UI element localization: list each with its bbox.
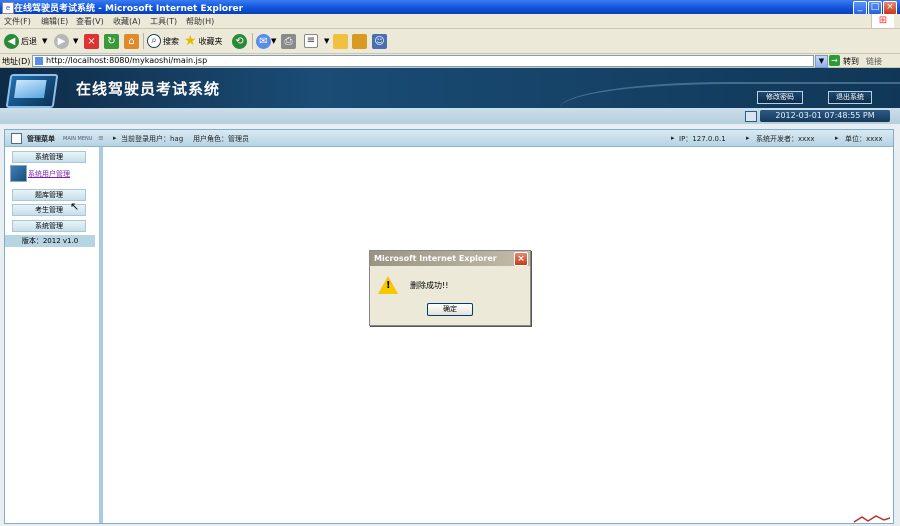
- history-button[interactable]: ⟲: [232, 32, 247, 50]
- user-management-icon: [10, 165, 27, 182]
- search-icon: ⌕: [147, 34, 161, 48]
- bullet-icon: ▸: [746, 134, 750, 142]
- menu-view[interactable]: 查看(V): [76, 16, 104, 27]
- refresh-button[interactable]: ↻: [104, 32, 119, 50]
- bullet-icon: ▸: [835, 134, 839, 142]
- mail-dropdown-icon[interactable]: ▼: [271, 37, 276, 45]
- printer-icon: ⎙: [281, 33, 296, 49]
- back-dropdown-icon[interactable]: ▼: [42, 37, 47, 45]
- forward-button[interactable]: ▶ ▼: [54, 32, 78, 50]
- stop-icon: ×: [84, 33, 99, 49]
- favorites-button[interactable]: ★ 收藏夹: [184, 32, 223, 50]
- go-button[interactable]: 转到: [843, 56, 859, 67]
- unit: 单位：xxxx: [845, 135, 883, 143]
- alert-dialog: Microsoft Internet Explorer × ! 删除成功!! 确…: [369, 250, 531, 326]
- address-label: 地址(D): [2, 57, 31, 66]
- favorites-star-icon: ★: [184, 33, 197, 49]
- corner-decoration-icon: [853, 515, 891, 523]
- warning-icon: !: [378, 276, 398, 294]
- menu-title: 管理菜单: [27, 135, 55, 143]
- window-title: 在线驾驶员考试系统 - Microsoft Internet Explorer: [14, 4, 244, 14]
- current-user: 当前登录用户：hag: [121, 135, 184, 143]
- address-dropdown-icon[interactable]: ▼: [815, 55, 828, 68]
- back-arrow-icon: ◀: [4, 33, 19, 49]
- mouse-cursor-icon: ↖: [70, 200, 80, 213]
- clock-icon: [745, 111, 757, 122]
- dialog-ok-button[interactable]: 确定: [427, 303, 473, 316]
- home-button[interactable]: ⌂: [124, 32, 139, 50]
- back-button[interactable]: ◀ 后退 ▼: [4, 32, 47, 50]
- main-panel: 管理菜单 MAIN MENU ≡ ▸ 当前登录用户：hag 用户角色：管理员 ▸…: [4, 129, 894, 524]
- edit-document-icon: ≡: [304, 34, 318, 48]
- edit-button[interactable]: ≡ ▼: [304, 32, 329, 50]
- panel-header: 管理菜单 MAIN MENU ≡ ▸ 当前登录用户：hag 用户角色：管理员 ▸…: [5, 130, 893, 147]
- logout-button[interactable]: 退出系统: [828, 91, 872, 104]
- panel-divider-icon: ≡: [98, 134, 104, 142]
- go-arrow-icon[interactable]: →: [829, 55, 840, 66]
- forward-dropdown-icon[interactable]: ▼: [73, 37, 78, 45]
- menu-list-icon: [11, 133, 22, 144]
- edit-dropdown-icon[interactable]: ▼: [324, 37, 329, 45]
- menu-tools[interactable]: 工具(T): [150, 16, 177, 27]
- messenger-button[interactable]: ☺: [372, 32, 387, 50]
- windows-logo-icon: ⊞: [871, 14, 894, 28]
- folder-icon: [333, 33, 348, 49]
- window-title-bar[interactable]: e 在线驾驶员考试系统 - Microsoft Internet Explore…: [0, 0, 900, 15]
- ip-address: IP：127.0.0.1: [679, 135, 726, 143]
- menu-favorites[interactable]: 收藏(A): [113, 16, 141, 27]
- print-button[interactable]: ⎙: [281, 32, 296, 50]
- mail-button[interactable]: ✉ ▼: [256, 32, 276, 50]
- dialog-close-button[interactable]: ×: [514, 252, 528, 266]
- minimize-button[interactable]: _: [853, 1, 867, 15]
- close-window-button[interactable]: ×: [883, 1, 897, 15]
- user-role: 用户角色：管理员: [193, 135, 249, 143]
- research-book-icon: [352, 33, 367, 49]
- stop-button[interactable]: ×: [84, 32, 99, 50]
- bullet-icon: ▸: [671, 134, 675, 142]
- search-button[interactable]: ⌕ 搜索: [147, 32, 179, 50]
- dialog-message: 删除成功!!: [410, 281, 449, 290]
- current-datetime: 2012-03-01 07:48:55 PM: [760, 110, 890, 122]
- sidebar-item-system-management-2[interactable]: 系统管理: [12, 220, 86, 232]
- site-banner: 在线驾驶员考试系统 修改密码 退出系统: [0, 68, 900, 108]
- status-band: 2012-03-01 07:48:55 PM: [0, 108, 900, 124]
- address-bar: 地址(D) http://localhost:8080/mykaoshi/mai…: [0, 54, 900, 68]
- bullet-icon: ▸: [113, 134, 117, 142]
- sidebar-link-system-users[interactable]: 系统用户管理: [28, 169, 70, 179]
- ie-page-icon: e: [2, 2, 14, 14]
- change-password-button[interactable]: 修改密码: [757, 91, 803, 104]
- menu-file[interactable]: 文件(F): [4, 16, 31, 27]
- menu-edit[interactable]: 编辑(E): [41, 16, 68, 27]
- dialog-title: Microsoft Internet Explorer: [374, 254, 497, 263]
- maximize-button[interactable]: □: [868, 1, 882, 15]
- links-button[interactable]: 链接: [866, 56, 882, 67]
- history-icon: ⟲: [232, 33, 247, 49]
- site-title: 在线驾驶员考试系统: [76, 80, 221, 98]
- messenger-icon: ☺: [372, 33, 387, 49]
- developer: 系统开发者：xxxx: [756, 135, 815, 143]
- home-icon: ⌂: [124, 33, 139, 49]
- toolbar: ◀ 后退 ▼ ▶ ▼ × ↻ ⌂ ⌕ 搜索 ★ 收藏夹 ⟲ ✉ ▼ ⎙ ≡ ▼: [0, 29, 900, 54]
- menu-bar: 文件(F) 编辑(E) 查看(V) 收藏(A) 工具(T) 帮助(H): [0, 14, 900, 29]
- sidebar-menu: 系统管理 系统用户管理 题库管理 考生管理 系统管理 版本：2012 v1.0: [5, 147, 103, 523]
- menu-title-en: MAIN MENU: [63, 136, 93, 142]
- research-button[interactable]: [352, 32, 367, 50]
- address-url: http://localhost:8080/mykaoshi/main.jsp: [46, 56, 208, 65]
- page-icon: [35, 57, 43, 65]
- address-input[interactable]: http://localhost:8080/mykaoshi/main.jsp: [32, 55, 814, 67]
- sidebar-item-system-management[interactable]: 系统管理: [12, 151, 86, 163]
- dialog-title-bar[interactable]: Microsoft Internet Explorer ×: [370, 251, 530, 266]
- refresh-icon: ↻: [104, 33, 119, 49]
- forward-arrow-icon: ▶: [54, 33, 69, 49]
- menu-help[interactable]: 帮助(H): [186, 16, 214, 27]
- monitor-logo-icon: [5, 74, 59, 108]
- mail-icon: ✉: [256, 33, 271, 49]
- discuss-button[interactable]: [333, 32, 348, 50]
- version-label: 版本：2012 v1.0: [5, 235, 95, 247]
